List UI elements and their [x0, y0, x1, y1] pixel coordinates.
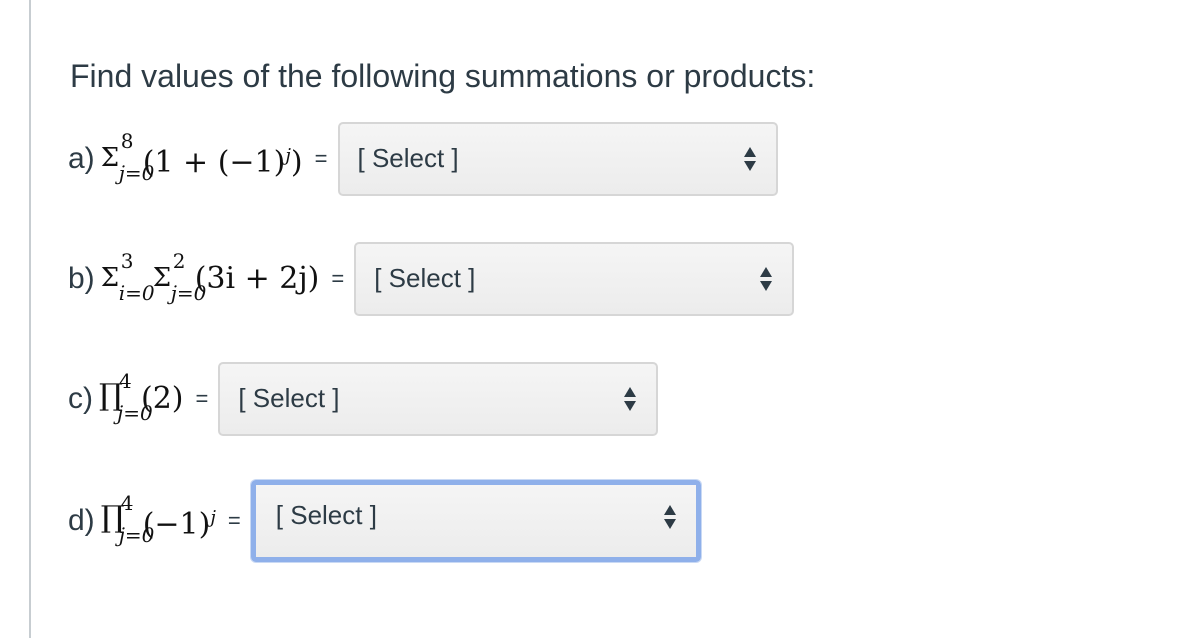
- upper-limit: 4: [119, 369, 132, 393]
- product-operator: ∏ 4 j=0: [99, 371, 153, 423]
- summation-operator: Σ 3 i=0: [100, 251, 155, 303]
- question-label: d): [68, 504, 95, 537]
- lower-limit: i=0: [118, 281, 155, 305]
- equals-sign: =: [227, 508, 241, 533]
- question-d: d) ∏ 4 j=0 (−1)j = [ Select ]: [68, 480, 701, 562]
- select-value: [ Select ]: [374, 263, 476, 293]
- answer-select-d[interactable]: [ Select ]: [250, 480, 701, 562]
- lower-limit: j=0: [118, 523, 155, 547]
- lower-limit: j=0: [117, 401, 153, 425]
- up-down-arrows-icon: [743, 147, 756, 173]
- question-prompt: Find values of the following summations …: [70, 58, 816, 94]
- select-value: [ Select ]: [357, 143, 459, 173]
- math-expression: Σ 3 i=0 Σ 2 j=0 (3i + 2j): [100, 251, 320, 303]
- summand: (1 + (−1)j): [142, 144, 303, 180]
- question-a: a) Σ 8 j=0 (1 + (−1)j) = [ Select ]: [68, 122, 778, 196]
- upper-limit: 4: [120, 491, 134, 515]
- left-border: [0, 0, 31, 638]
- question-b: b) Σ 3 i=0 Σ 2 j=0 (3i + 2j) = [ Select …: [68, 242, 795, 316]
- summation-operator: Σ 8 j=0: [100, 131, 155, 183]
- summation-operator: Σ 2 j=0: [152, 251, 207, 303]
- answer-select-a[interactable]: [ Select ]: [337, 122, 778, 196]
- math-expression: Σ 8 j=0 (1 + (−1)j): [100, 131, 303, 183]
- up-down-arrows-icon: [760, 267, 773, 293]
- sigma-symbol: Σ: [100, 143, 120, 173]
- product-operator: ∏ 4 j=0: [101, 493, 155, 545]
- equals-sign: =: [331, 266, 345, 291]
- select-value: [ Select ]: [238, 383, 340, 413]
- lower-limit: j=0: [170, 281, 207, 305]
- sigma-symbol: Σ: [100, 263, 120, 293]
- answer-select-b[interactable]: [ Select ]: [354, 242, 795, 316]
- equals-sign: =: [314, 146, 328, 171]
- question-label: b): [68, 262, 95, 295]
- select-value: [ Select ]: [275, 500, 377, 530]
- lower-limit: j=0: [118, 161, 155, 185]
- equals-sign: =: [195, 386, 209, 411]
- answer-select-c[interactable]: [ Select ]: [218, 362, 659, 436]
- math-expression: ∏ 4 j=0 (−1)j: [101, 493, 216, 545]
- question-c: c) ∏ 4 j=0 (2) = [ Select ]: [68, 362, 659, 436]
- sigma-symbol: Σ: [152, 263, 172, 293]
- upper-limit: 2: [172, 249, 186, 273]
- upper-limit: 3: [120, 249, 134, 273]
- summand: (3i + 2j): [194, 261, 320, 296]
- math-expression: ∏ 4 j=0 (2): [99, 371, 184, 423]
- up-down-arrows-icon: [624, 387, 637, 413]
- upper-limit: 8: [120, 129, 134, 153]
- question-label: a): [68, 142, 95, 175]
- question-label: c): [68, 382, 93, 415]
- up-down-arrows-icon: [663, 505, 676, 531]
